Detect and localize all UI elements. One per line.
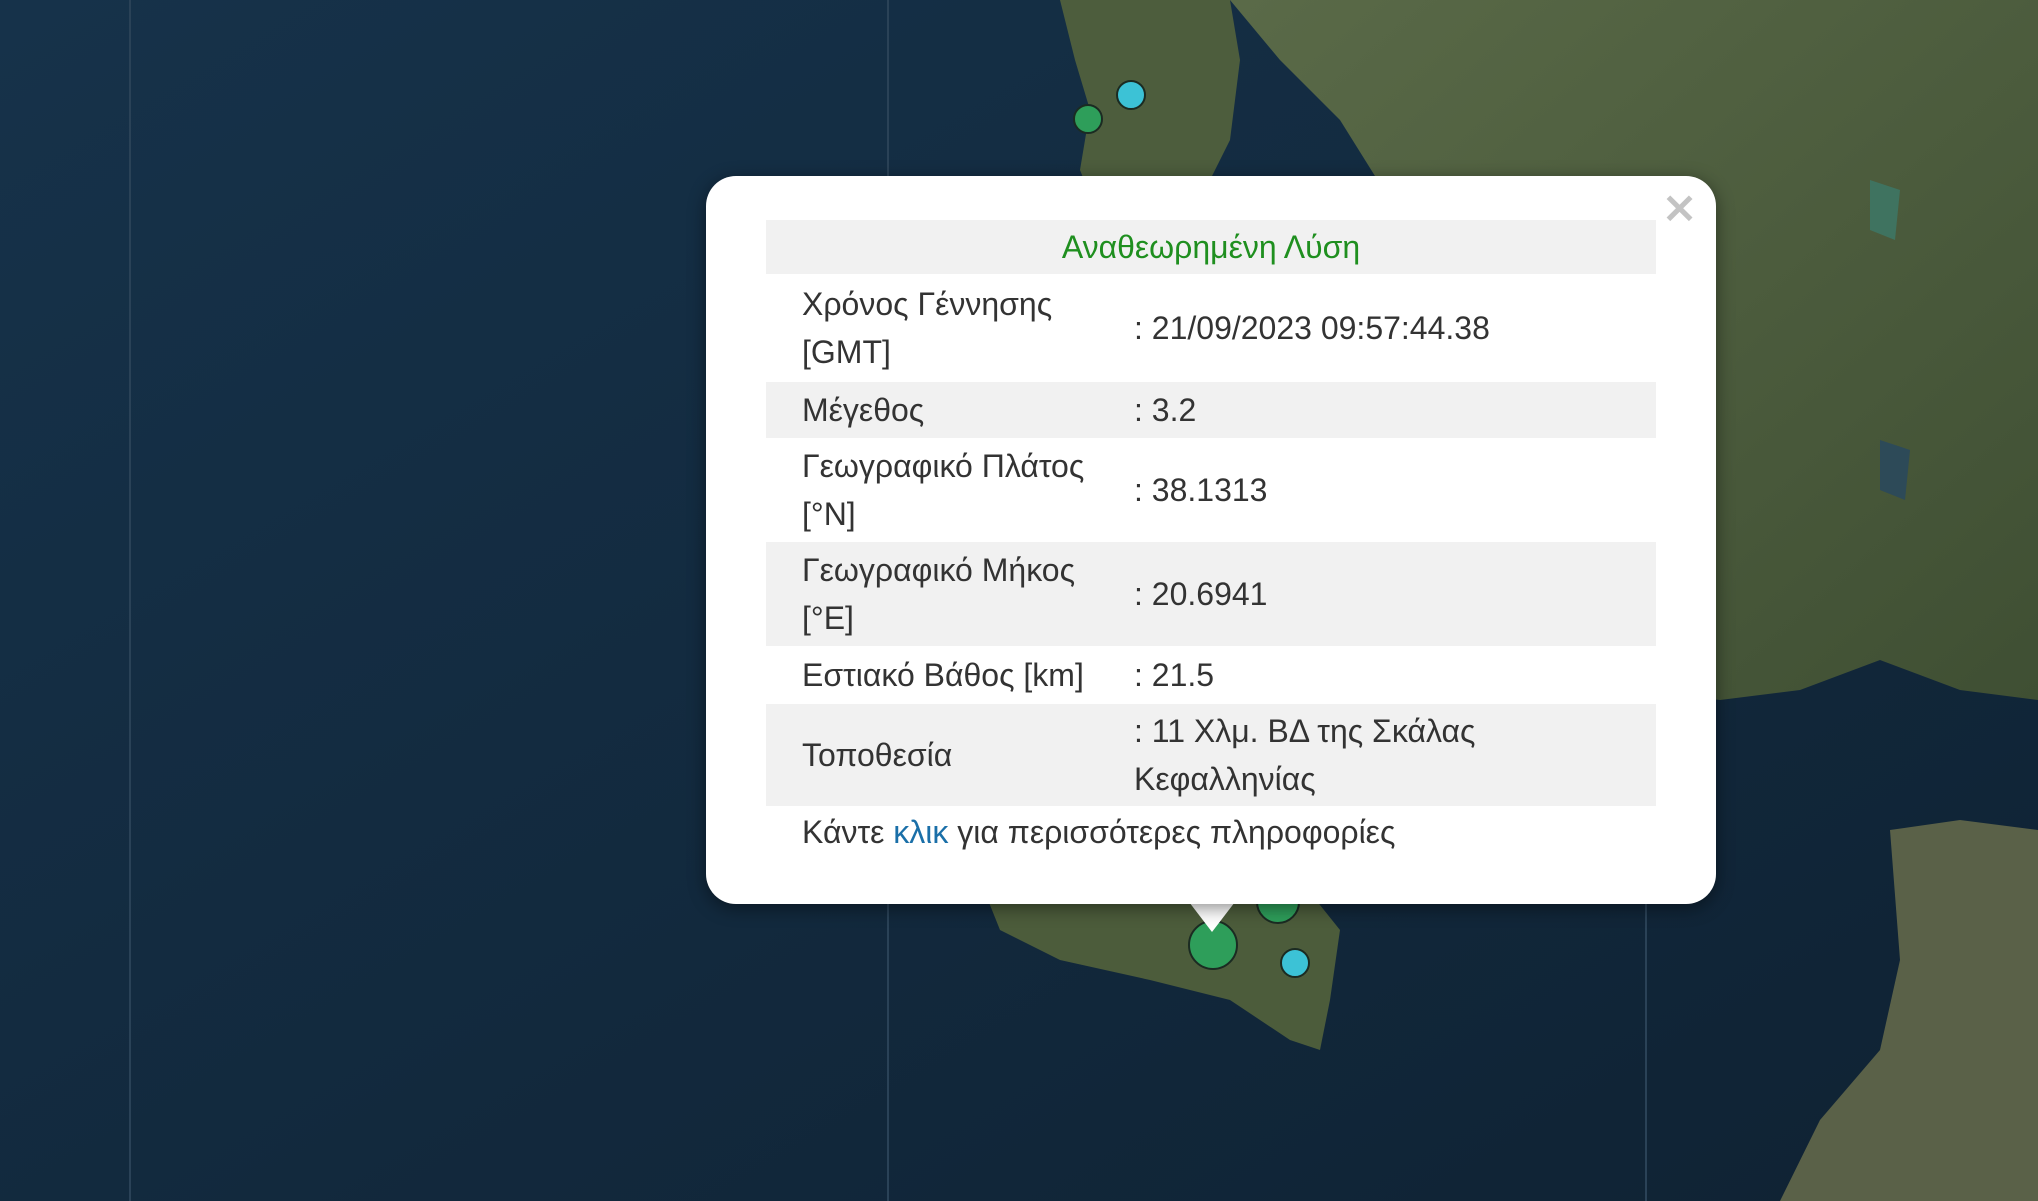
latitude-value: : 38.1313 [1134,472,1268,508]
more-info-line: Κάντε κλικ για περισσότερες πληροφορίες [802,808,1395,856]
more-info-link[interactable]: κλικ [893,814,948,850]
latitude-label: Γεωγραφικό Πλάτος [°N] [802,448,1085,532]
earthquake-marker[interactable] [1073,104,1103,134]
earthquake-info-popup: × Αναθεωρημένη Λύση Χρόνος Γέννησης [GMT… [706,176,1716,904]
location-value: : 11 Χλμ. ΒΔ της Σκάλας Κεφαλληνίας [1134,704,1656,806]
magnitude-value: : 3.2 [1134,382,1656,438]
earthquake-marker[interactable] [1116,80,1146,110]
depth-label: Εστιακό Βάθος [km] [802,657,1084,693]
more-info-prefix: Κάντε [802,814,894,850]
lake [1870,180,1900,240]
lake [1880,440,1910,500]
more-info-suffix: για περισσότερες πληροφορίες [948,814,1396,850]
depth-value: : 21.5 [1134,657,1215,693]
location-label: Τοποθεσία [766,704,1134,806]
earthquake-details-table: Αναθεωρημένη Λύση Χρόνος Γέννησης [GMT] … [766,220,1656,806]
close-icon[interactable]: × [1661,186,1698,230]
earthquake-marker[interactable] [1280,948,1310,978]
popup-title: Αναθεωρημένη Λύση [766,220,1656,274]
longitude-value: : 20.6941 [1134,542,1656,646]
origin-time-value: : 21/09/2023 09:57:44.38 [1134,310,1490,346]
longitude-label: Γεωγραφικό Μήκος [°E] [766,542,1134,646]
origin-time-label: Χρόνος Γέννησης [GMT] [802,286,1053,370]
magnitude-label: Μέγεθος [766,382,1134,438]
